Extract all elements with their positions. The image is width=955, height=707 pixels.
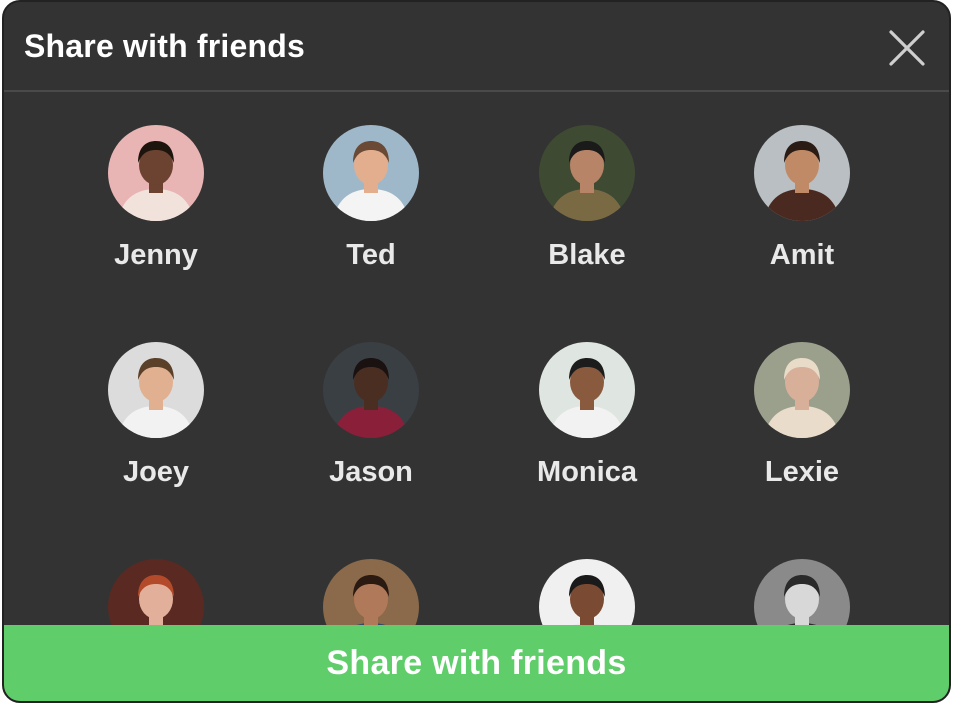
friend-tile[interactable]: Monica (487, 342, 687, 522)
friends-grid: Jenny Ted Blake Amit Joey Jason Monica Lexie (4, 92, 949, 627)
friend-tile[interactable]: Lexie (702, 342, 902, 522)
friend-tile[interactable]: Ted (271, 125, 471, 305)
avatar (754, 125, 850, 221)
close-icon (889, 30, 925, 66)
friend-name: Joey (122, 456, 190, 488)
avatar (323, 125, 419, 221)
friend-tile[interactable]: Joey (56, 342, 256, 522)
close-button[interactable] (887, 28, 927, 68)
friend-tile[interactable]: Amit (702, 125, 902, 305)
friend-tile[interactable] (56, 559, 256, 627)
dialog-header: Share with friends (4, 2, 949, 92)
avatar (108, 342, 204, 438)
friend-tile[interactable] (487, 559, 687, 627)
dialog-title: Share with friends (24, 28, 305, 64)
friend-name: Jason (329, 456, 413, 488)
avatar (539, 559, 635, 627)
friend-tile[interactable]: Jason (271, 342, 471, 522)
share-with-friends-button[interactable]: Share with friends (4, 625, 949, 701)
avatar (108, 125, 204, 221)
avatar (108, 559, 204, 627)
friend-tile[interactable]: Jenny (56, 125, 256, 305)
share-dialog: Share with friends Jenny Ted Blake Amit Joey… (2, 0, 951, 703)
friend-name: Monica (537, 456, 637, 488)
avatar (754, 559, 850, 627)
friend-name: Blake (548, 239, 626, 271)
avatar (323, 559, 419, 627)
avatar (754, 342, 850, 438)
friend-name: Ted (346, 239, 396, 271)
friend-name: Lexie (764, 456, 840, 488)
avatar (323, 342, 419, 438)
friend-tile[interactable] (702, 559, 902, 627)
friend-tile[interactable] (271, 559, 471, 627)
avatar (539, 125, 635, 221)
friend-name: Amit (769, 239, 835, 271)
avatar (539, 342, 635, 438)
friend-name: Jenny (114, 239, 198, 271)
friend-tile[interactable]: Blake (487, 125, 687, 305)
